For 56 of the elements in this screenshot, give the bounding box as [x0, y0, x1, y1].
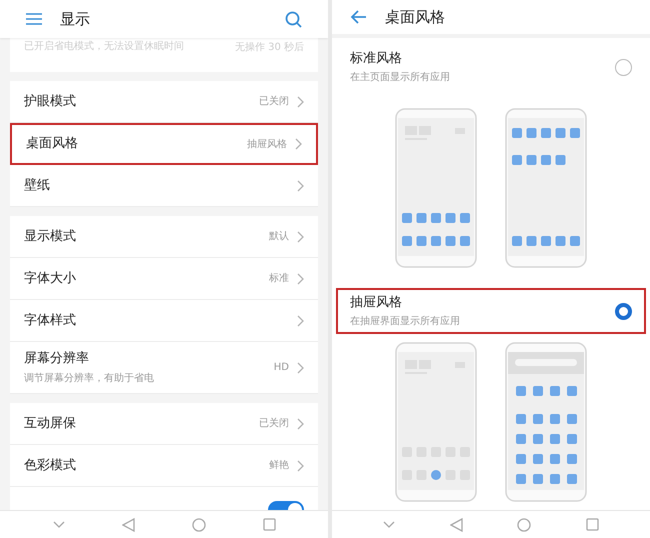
option-title: 抽屉风格: [350, 294, 403, 312]
row-label: 互动屏保: [24, 414, 77, 433]
row-label: 字体大小: [24, 270, 77, 288]
search-icon[interactable]: [285, 10, 302, 28]
chevron-right-icon: [295, 138, 302, 150]
settings-row[interactable]: 字体大小 标准: [10, 258, 318, 300]
settings-row[interactable]: 互动屏保 已关闭: [10, 403, 318, 445]
row-value: 鲜艳: [269, 459, 289, 473]
chevron-right-icon: [297, 96, 304, 108]
chevron-down-icon[interactable]: [52, 520, 64, 528]
row-label: 桌面风格: [26, 135, 79, 154]
settings-row[interactable]: 护眼模式 已关闭: [10, 81, 318, 123]
row-value: 标准: [269, 272, 289, 286]
option-subtitle: 在主页面显示所有应用: [350, 70, 451, 86]
chevron-right-icon: [297, 460, 304, 472]
row-label: 屏幕分辨率: [24, 350, 90, 368]
row-label: 显示模式: [24, 228, 77, 246]
style-option[interactable]: 抽屉风格 在抽屉界面显示所有应用: [336, 288, 646, 334]
chevron-right-icon: [297, 272, 304, 284]
row-label: 壁纸: [24, 176, 51, 195]
chevron-right-icon: [297, 180, 304, 192]
option-subtitle: 在抽屉界面显示所有应用: [350, 314, 461, 330]
settings-row[interactable]: 壁纸: [10, 165, 318, 207]
style-option[interactable]: 标准风格 在主页面显示所有应用: [336, 44, 646, 90]
row-label: 护眼模式: [24, 92, 77, 111]
chevron-right-icon: [297, 230, 304, 242]
row-value: 已关闭: [259, 416, 289, 431]
row-value: 已关闭: [259, 94, 289, 109]
row-subtitle: 调节屏幕分辨率，有助于省电: [24, 372, 155, 386]
row-value: 默认: [269, 230, 289, 244]
row-value: HD: [274, 361, 289, 375]
row-label: 字体样式: [24, 312, 77, 330]
menu-icon[interactable]: [26, 13, 42, 25]
home-icon[interactable]: [192, 518, 206, 532]
back-icon[interactable]: [122, 518, 134, 532]
chevron-right-icon: [297, 418, 304, 430]
page-title: 显示: [60, 8, 91, 30]
chevron-down-icon[interactable]: [383, 520, 396, 528]
radio-button[interactable]: [615, 302, 632, 320]
settings-row[interactable]: 桌面风格 抽屉风格: [10, 123, 318, 165]
chevron-right-icon: [297, 362, 304, 374]
back-arrow-icon[interactable]: [350, 10, 367, 24]
settings-row[interactable]: 屏幕分辨率 调节屏幕分辨率，有助于省电 HD: [10, 342, 318, 394]
radio-button[interactable]: [615, 58, 632, 76]
row-value: 抽屉风格: [247, 138, 287, 152]
page-title: 桌面风格: [385, 6, 445, 28]
option-title: 标准风格: [350, 50, 403, 68]
settings-row[interactable]: 显示模式 默认: [10, 216, 318, 258]
recents-icon[interactable]: [586, 518, 599, 531]
settings-row[interactable]: 字体样式: [10, 300, 318, 342]
home-icon[interactable]: [517, 518, 532, 532]
recents-icon[interactable]: [262, 518, 276, 531]
chevron-right-icon: [297, 314, 304, 326]
back-icon[interactable]: [450, 518, 463, 532]
settings-row[interactable]: 色彩模式 鲜艳: [10, 445, 318, 487]
row-label: 色彩模式: [24, 456, 77, 475]
